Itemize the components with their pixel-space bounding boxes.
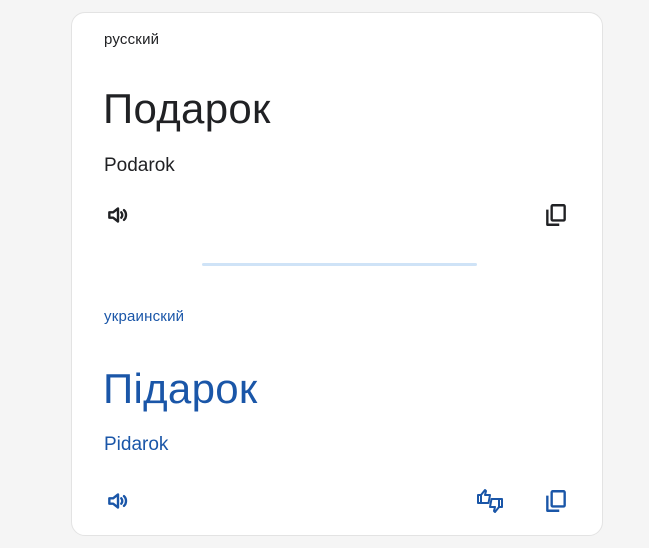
copy-icon [546, 490, 566, 512]
target-language-label: украинский [104, 308, 185, 325]
source-transliteration: Podarok [104, 155, 175, 176]
rate-translation-button[interactable] [474, 485, 506, 517]
copy-icon [546, 204, 566, 226]
target-transliteration: Pidarok [104, 434, 169, 455]
target-listen-button[interactable] [102, 485, 134, 517]
source-language-label: русский [104, 31, 160, 48]
section-divider [202, 263, 477, 266]
speaker-icon [108, 207, 128, 223]
target-copy-button[interactable] [540, 485, 572, 517]
source-word: Подарок [103, 85, 271, 132]
translation-card: русский Подарок Podarok украинский Підар… [71, 12, 603, 536]
source-copy-button[interactable] [540, 199, 572, 231]
source-listen-button[interactable] [102, 199, 134, 231]
target-word: Підарок [103, 365, 258, 412]
speaker-icon [108, 493, 128, 509]
thumbs-feedback-icon [477, 489, 503, 513]
